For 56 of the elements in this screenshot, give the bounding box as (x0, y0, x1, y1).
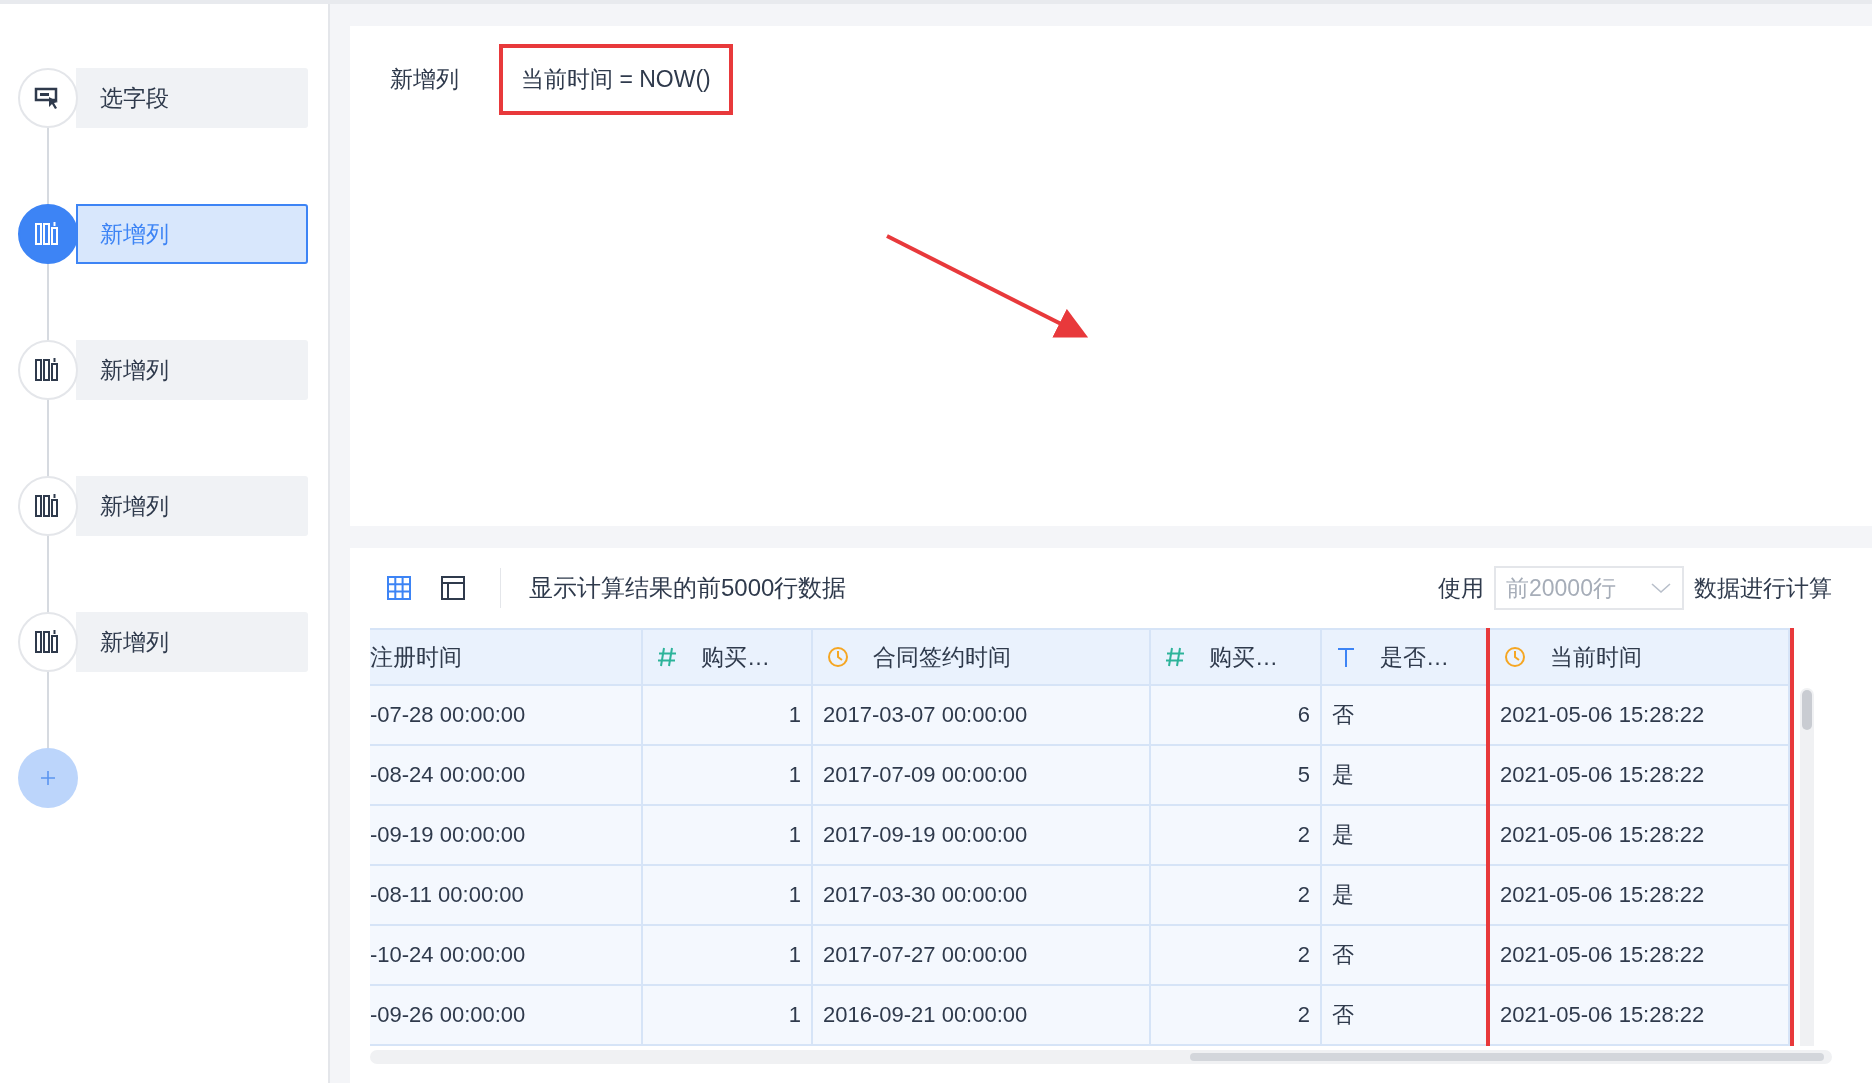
step-title: 新增列 (390, 65, 459, 94)
table-cell: 2021-05-06 15:28:22 (1490, 746, 1790, 806)
chevron-down-icon (1650, 581, 1672, 595)
step-node[interactable] (18, 204, 78, 264)
hash-icon (1165, 646, 1185, 668)
table-cell: 2021-05-06 15:28:22 (1490, 806, 1790, 866)
calc-label: 数据进行计算 (1694, 573, 1832, 603)
grid-icon (386, 575, 412, 601)
preview-info: 显示计算结果的前5000行数据 (529, 573, 847, 603)
column-header[interactable]: 注册时间 (370, 628, 643, 686)
column-header[interactable]: 购买… (643, 628, 813, 686)
use-label: 使用 (1438, 573, 1484, 603)
table-cell: 1 (643, 866, 813, 926)
step-item[interactable]: 选字段 (76, 68, 308, 128)
table-cell: -09-26 00:00:00 (370, 986, 643, 1046)
clock-icon (1504, 646, 1526, 668)
table-cell: 2017-09-19 00:00:00 (813, 806, 1151, 866)
column-header[interactable]: 购买… (1151, 628, 1322, 686)
table-cell: 1 (643, 686, 813, 746)
hash-icon (657, 646, 677, 668)
vertical-scrollbar[interactable] (1800, 688, 1814, 1046)
table-cell: 2016-09-21 00:00:00 (813, 986, 1151, 1046)
table-cell: 2017-03-07 00:00:00 (813, 686, 1151, 746)
step-item[interactable]: 新增列 (76, 476, 308, 536)
table-cell: -07-28 00:00:00 (370, 686, 643, 746)
table-cell: 2 (1151, 986, 1322, 1046)
table-cell: -09-19 00:00:00 (370, 806, 643, 866)
step-item[interactable]: 新增列 (76, 340, 308, 400)
table-cell: 2021-05-06 15:28:22 (1490, 866, 1790, 926)
table-cell: 2017-07-27 00:00:00 (813, 926, 1151, 986)
table-cell: 2017-03-30 00:00:00 (813, 866, 1151, 926)
table-cell: 1 (643, 986, 813, 1046)
plus-icon (38, 768, 58, 788)
table-cell: 1 (643, 806, 813, 866)
table-cell: -08-11 00:00:00 (370, 866, 643, 926)
table-cell: 2021-05-06 15:28:22 (1490, 986, 1790, 1046)
table-cell: 2021-05-06 15:28:22 (1490, 926, 1790, 986)
table-cell: 5 (1151, 746, 1322, 806)
layout-icon (440, 575, 466, 601)
table-cell: -10-24 00:00:00 (370, 926, 643, 986)
formula-field[interactable]: 当前时间 = NOW() (499, 44, 733, 115)
horizontal-scrollbar[interactable] (370, 1050, 1832, 1064)
table-cell: 2017-07-09 00:00:00 (813, 746, 1151, 806)
step-item[interactable]: 新增列 (76, 612, 308, 672)
clock-icon (827, 646, 849, 668)
table-cell: 6 (1151, 686, 1322, 746)
table-cell: 2 (1151, 926, 1322, 986)
table-cell: 1 (643, 926, 813, 986)
column-header[interactable]: 当前时间 (1490, 628, 1790, 686)
column-header[interactable]: 合同签约时间 (813, 628, 1151, 686)
table-cell: -08-24 00:00:00 (370, 746, 643, 806)
table-cell: 2 (1151, 806, 1322, 866)
table-cell: 2 (1151, 866, 1322, 926)
text-type-icon (1336, 646, 1356, 668)
table-cell: 2021-05-06 15:28:22 (1490, 686, 1790, 746)
table-cell: 1 (643, 746, 813, 806)
